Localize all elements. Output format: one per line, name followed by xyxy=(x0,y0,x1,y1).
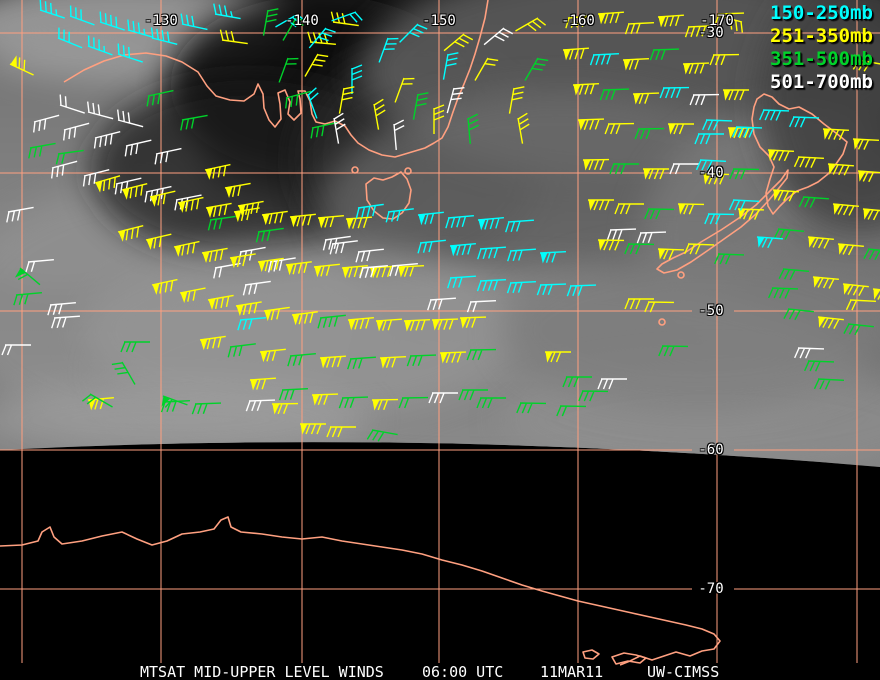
coastline-small-island-south xyxy=(582,649,600,660)
coastline-antarctica-coast xyxy=(0,516,721,666)
satellite-wind-analysis: -130 -140 -150 -160 -170 -30 -40 -50 -60 -70 150-… xyxy=(0,0,880,680)
cloud-field xyxy=(0,0,880,467)
coastline-antarctica-inlet xyxy=(611,652,647,665)
satellite-imagery xyxy=(0,0,880,467)
satellite-scene xyxy=(0,0,880,666)
